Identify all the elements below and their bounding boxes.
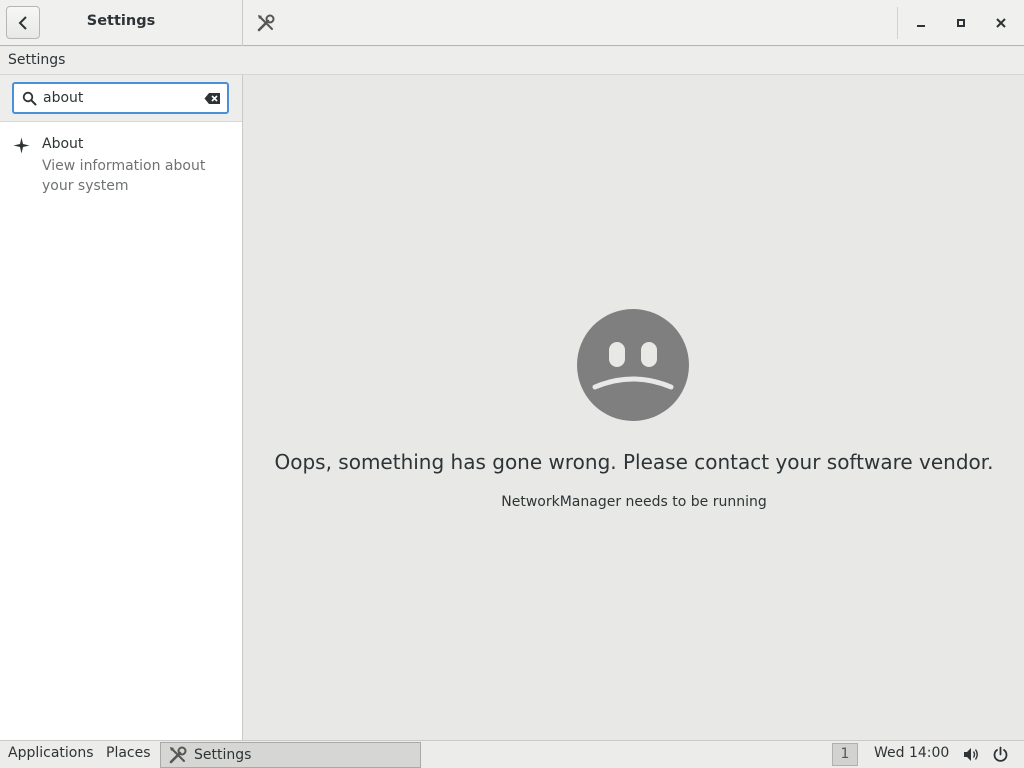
header-left: Settings — [0, 0, 243, 46]
maximize-button[interactable] — [949, 11, 973, 35]
chevron-left-icon — [18, 15, 27, 30]
tools-icon — [257, 14, 275, 32]
taskbar: Applications Places Settings 1 Wed 14:00 — [0, 740, 1024, 768]
clock[interactable]: Wed 14:00 — [874, 745, 949, 761]
main-panel: Oops, something has gone wrong. Please c… — [244, 75, 1024, 740]
clear-search-icon[interactable] — [204, 92, 221, 105]
search-icon — [22, 91, 37, 106]
taskbar-window-label: Settings — [194, 747, 252, 763]
minimize-button[interactable] — [909, 11, 933, 35]
search-input[interactable] — [43, 88, 203, 108]
app-menu-label[interactable]: Settings — [8, 52, 65, 68]
close-button[interactable] — [989, 11, 1013, 35]
header-bar: Settings — [0, 0, 1024, 46]
sad-face-icon — [577, 309, 689, 421]
header-separator — [897, 7, 898, 39]
window-title: Settings — [86, 13, 156, 29]
workspace-indicator[interactable]: 1 — [832, 743, 858, 766]
sidebar: About View information about your system — [0, 75, 243, 740]
search-box[interactable] — [12, 82, 229, 114]
error-title: Oops, something has gone wrong. Please c… — [274, 450, 994, 474]
close-icon — [996, 18, 1006, 28]
minimize-icon — [917, 25, 925, 27]
volume-icon[interactable] — [963, 746, 980, 763]
search-bar — [0, 75, 242, 122]
app-menu-strip: Settings — [0, 47, 1024, 75]
search-result-about[interactable]: About View information about your system — [0, 133, 242, 199]
error-detail: NetworkManager needs to be running — [501, 494, 767, 510]
sparkle-icon — [13, 137, 30, 154]
tools-icon — [169, 746, 187, 764]
applications-menu[interactable]: Applications — [8, 745, 94, 761]
maximize-icon — [957, 19, 965, 27]
back-button[interactable] — [6, 6, 40, 39]
places-menu[interactable]: Places — [106, 745, 151, 761]
power-icon[interactable] — [992, 746, 1009, 763]
result-title: About — [42, 136, 84, 152]
taskbar-window-settings[interactable]: Settings — [160, 742, 421, 768]
result-description: View information about your system — [42, 158, 206, 194]
